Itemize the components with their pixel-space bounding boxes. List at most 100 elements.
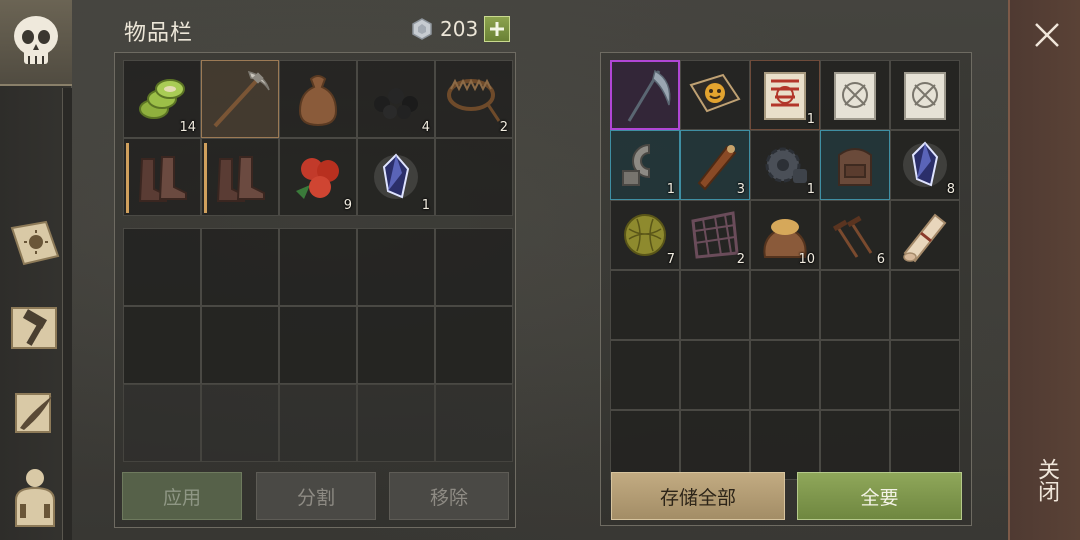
inventory-slot-empty[interactable] xyxy=(201,228,279,306)
split-button[interactable]: 分割 xyxy=(256,472,376,520)
inventory-slot[interactable]: 9 xyxy=(279,138,357,216)
remove-button[interactable]: 移除 xyxy=(389,472,509,520)
storage-slot[interactable]: 1 xyxy=(610,130,680,200)
storage-slot-empty[interactable] xyxy=(680,270,750,340)
storage-slot[interactable] xyxy=(610,60,680,130)
storage-slot-empty[interactable] xyxy=(750,410,820,480)
inventory-slot-empty[interactable] xyxy=(435,228,513,306)
inventory-slot-empty[interactable] xyxy=(279,228,357,306)
storage-slot[interactable]: 8 xyxy=(890,130,960,200)
storage-slot[interactable]: 2 xyxy=(680,200,750,270)
inventory-slot[interactable]: 2 xyxy=(435,60,513,138)
item-count: 1 xyxy=(421,198,430,213)
storage-slot-empty[interactable] xyxy=(680,340,750,410)
storage-slot-empty[interactable] xyxy=(820,410,890,480)
storage-grid: 1 1 3 1 8 7 2 10 6 xyxy=(610,60,960,480)
storage-slot-empty[interactable] xyxy=(680,410,750,480)
storage-slot-empty[interactable] xyxy=(610,270,680,340)
inventory-slot[interactable] xyxy=(279,60,357,138)
pickaxe-icon xyxy=(213,70,270,128)
blueprint-scroll-icon xyxy=(834,72,876,120)
inventory-slot-empty[interactable] xyxy=(357,306,435,384)
storage-slot[interactable]: 10 xyxy=(750,200,820,270)
paper-roll-icon xyxy=(903,213,947,263)
storage-slot-empty[interactable] xyxy=(890,340,960,410)
inventory-slot-empty[interactable] xyxy=(357,228,435,306)
scythe-icon xyxy=(627,69,671,122)
inventory-slot[interactable]: 1 xyxy=(357,138,435,216)
berries-icon xyxy=(296,158,339,199)
item-count: 7 xyxy=(666,252,675,267)
storage-slot[interactable] xyxy=(820,130,890,200)
storage-slot[interactable]: 1 xyxy=(750,60,820,130)
storage-slot[interactable]: 1 xyxy=(750,130,820,200)
inventory-slot[interactable] xyxy=(123,138,201,216)
storage-slot-empty[interactable] xyxy=(890,270,960,340)
currency-display: 203 xyxy=(410,14,511,44)
close-label[interactable]: 关闭 xyxy=(1032,458,1062,502)
sidebar-journal-button[interactable] xyxy=(6,214,64,272)
item-count: 2 xyxy=(499,120,508,135)
inventory-slot[interactable]: 14 xyxy=(123,60,201,138)
storage-slot-empty[interactable] xyxy=(610,340,680,410)
tab-character[interactable] xyxy=(0,0,72,86)
storage-slot-empty[interactable] xyxy=(750,270,820,340)
storage-slot[interactable] xyxy=(890,200,960,270)
sack-icon xyxy=(298,75,338,127)
take-all-button[interactable]: 全要 xyxy=(797,472,962,520)
inventory-slot-locked xyxy=(357,384,435,462)
item-count: 1 xyxy=(666,182,675,197)
inventory-slot-empty[interactable] xyxy=(123,228,201,306)
scroll-quill-icon xyxy=(15,393,52,433)
blueprint-scroll-icon xyxy=(904,72,946,120)
sidebar-recipes-button[interactable] xyxy=(6,384,64,442)
inventory-slot-empty[interactable] xyxy=(435,306,513,384)
plus-icon xyxy=(490,22,505,36)
store-all-button[interactable]: 存储全部 xyxy=(611,472,785,520)
storage-slot[interactable]: 6 xyxy=(820,200,890,270)
inventory-slot[interactable] xyxy=(201,138,279,216)
storage-slot[interactable] xyxy=(680,60,750,130)
item-count: 8 xyxy=(946,182,955,197)
backpack-icon xyxy=(838,148,872,186)
inventory-slot-empty[interactable] xyxy=(123,306,201,384)
storage-slot[interactable]: 3 xyxy=(680,130,750,200)
sun-book-icon xyxy=(10,220,60,266)
storage-slot-empty[interactable] xyxy=(820,340,890,410)
storage-slot[interactable] xyxy=(890,60,960,130)
inventory-slot[interactable]: 4 xyxy=(357,60,435,138)
inventory-grid-top: 14 4 2 9 1 xyxy=(123,60,513,216)
inventory-slot-empty[interactable] xyxy=(279,306,357,384)
storage-slot-empty[interactable] xyxy=(610,410,680,480)
inventory-slot-empty[interactable] xyxy=(435,138,513,216)
inventory-slot-selected[interactable] xyxy=(201,60,279,138)
inventory-title: 物品栏 xyxy=(124,21,194,46)
storage-slot[interactable] xyxy=(820,60,890,130)
storage-slot-empty[interactable] xyxy=(820,270,890,340)
storage-slot-empty[interactable] xyxy=(750,340,820,410)
apply-button[interactable]: 应用 xyxy=(122,472,242,520)
inventory-slot-empty[interactable] xyxy=(201,306,279,384)
bear-trap-icon xyxy=(447,78,501,122)
inventory-slot-locked xyxy=(435,384,513,462)
durability-bar xyxy=(204,143,207,213)
item-count: 4 xyxy=(421,120,430,135)
inventory-grid-backpack xyxy=(123,228,513,462)
storage-slot[interactable]: 7 xyxy=(610,200,680,270)
item-count: 14 xyxy=(179,120,196,135)
storage-slot-empty[interactable] xyxy=(890,410,960,480)
add-currency-button[interactable] xyxy=(484,16,511,42)
close-panel[interactable]: 关闭 xyxy=(1008,0,1080,540)
left-sidebar xyxy=(0,0,72,540)
item-count: 3 xyxy=(736,182,745,197)
character-silhouette-icon xyxy=(15,469,55,527)
boots-icon xyxy=(216,156,265,202)
item-count: 9 xyxy=(343,198,352,213)
inventory-slot-locked xyxy=(201,384,279,462)
sidebar-crafting-button[interactable] xyxy=(6,298,64,356)
sidebar-equipment-button[interactable] xyxy=(6,468,64,527)
item-count: 6 xyxy=(876,252,885,267)
inventory-slot-locked xyxy=(279,384,357,462)
item-count: 10 xyxy=(798,252,815,267)
close-icon[interactable] xyxy=(1030,18,1064,52)
